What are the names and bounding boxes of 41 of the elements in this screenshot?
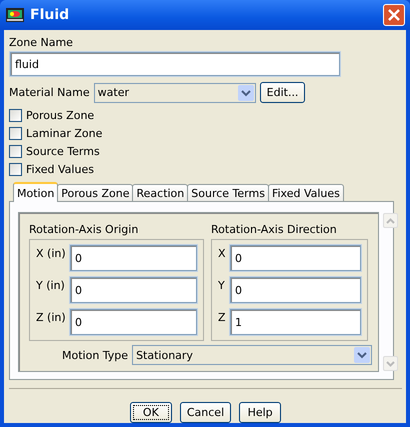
tab[interactable]: Motion bbox=[13, 182, 58, 202]
checkbox-label: Porous Zone bbox=[26, 109, 94, 122]
field-label: Y (in) bbox=[36, 278, 66, 292]
number-field[interactable]: 0 bbox=[70, 245, 197, 271]
field-label: Zone Name bbox=[9, 36, 74, 49]
close-button[interactable] bbox=[383, 4, 405, 26]
checkbox[interactable] bbox=[9, 109, 22, 122]
dialog-button[interactable]: Cancel bbox=[180, 402, 232, 423]
number-field[interactable]: 0 bbox=[70, 309, 197, 335]
checkbox[interactable] bbox=[9, 127, 22, 140]
edit-button[interactable]: Edit... bbox=[260, 82, 306, 103]
tab[interactable]: Reaction bbox=[132, 184, 188, 201]
app-icon bbox=[6, 7, 24, 23]
material-dropdown[interactable]: water bbox=[94, 82, 256, 102]
checkbox-label: Source Terms bbox=[26, 145, 100, 158]
field-label: Motion Type bbox=[62, 348, 128, 362]
dialog-button[interactable]: OK bbox=[130, 402, 172, 423]
number-field[interactable]: 0 bbox=[230, 277, 361, 303]
number-field[interactable]: 1 bbox=[230, 309, 361, 335]
motion-type-dropdown[interactable]: Stationary bbox=[132, 345, 372, 365]
field-label: Z bbox=[218, 310, 226, 324]
field-label: Y bbox=[218, 278, 226, 292]
number-field[interactable]: 0 bbox=[230, 245, 361, 271]
checkbox[interactable] bbox=[9, 163, 22, 176]
field-label: Material Name bbox=[9, 86, 90, 99]
checkbox-label: Laminar Zone bbox=[26, 127, 102, 140]
checkbox[interactable] bbox=[9, 145, 22, 158]
dialog-button[interactable]: Help bbox=[239, 402, 282, 423]
group-title: Rotation-Axis Direction bbox=[211, 223, 338, 236]
close-icon bbox=[388, 9, 400, 21]
field-label: X bbox=[218, 246, 226, 260]
checkbox-label: Fixed Values bbox=[26, 163, 94, 176]
field-label: Z (in) bbox=[36, 310, 66, 324]
group-title: Rotation-Axis Origin bbox=[29, 223, 140, 236]
window-title: Fluid bbox=[30, 7, 70, 23]
tab[interactable]: Fixed Values bbox=[268, 184, 344, 201]
zone-name-field[interactable]: fluid bbox=[10, 52, 340, 76]
tab[interactable]: Source Terms bbox=[187, 184, 269, 201]
number-field[interactable]: 0 bbox=[70, 277, 197, 303]
tab[interactable]: Porous Zone bbox=[57, 184, 134, 201]
field-label: X (in) bbox=[36, 246, 66, 260]
